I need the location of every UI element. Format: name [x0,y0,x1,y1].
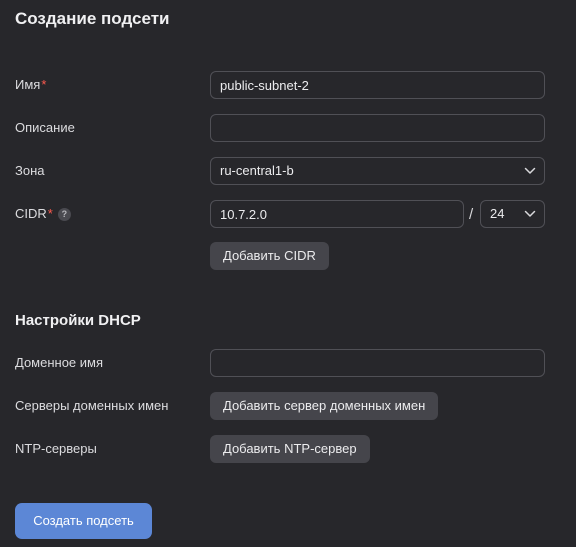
add-ntp-server-button[interactable]: Добавить NTP-сервер [210,435,370,463]
cidr-prefix-value: 24 [490,206,505,221]
add-cidr-button[interactable]: Добавить CIDR [210,242,329,270]
name-label-text: Имя [15,77,41,92]
zone-select[interactable]: ru-central1-b [210,157,545,185]
zone-value: ru-central1-b [220,163,294,178]
domain-name-input[interactable] [210,349,545,377]
domain-name-label: Доменное имя [15,355,104,370]
dhcp-section-title: Настройки DHCP [15,312,141,329]
cidr-prefix-select[interactable]: 24 [480,200,545,228]
dns-servers-label: Серверы доменных имен [15,398,169,413]
cidr-label: CIDR *? [15,206,71,222]
question-circle-icon[interactable]: ? [57,207,71,221]
cidr-label-text: CIDR [15,206,47,221]
create-subnet-button[interactable]: Создать подсеть [15,503,152,539]
name-input[interactable] [210,71,545,99]
zone-label: Зона [15,163,45,178]
ntp-servers-label: NTP-серверы [15,441,97,456]
description-label: Описание [15,120,75,135]
add-dns-server-button[interactable]: Добавить сервер доменных имен [210,392,439,420]
cidr-separator: / [469,206,474,223]
name-label: Имя * [15,77,46,93]
required-mark: * [41,77,47,92]
chevron-down-icon [524,210,536,217]
create-subnet-form: Создание подсети Имя* Описание Зона ru-c… [0,0,576,547]
cidr-input[interactable] [210,200,464,228]
page-title: Создание подсети [15,9,170,28]
chevron-down-icon [524,167,536,174]
required-mark: * [47,206,53,221]
description-input[interactable] [210,114,545,142]
